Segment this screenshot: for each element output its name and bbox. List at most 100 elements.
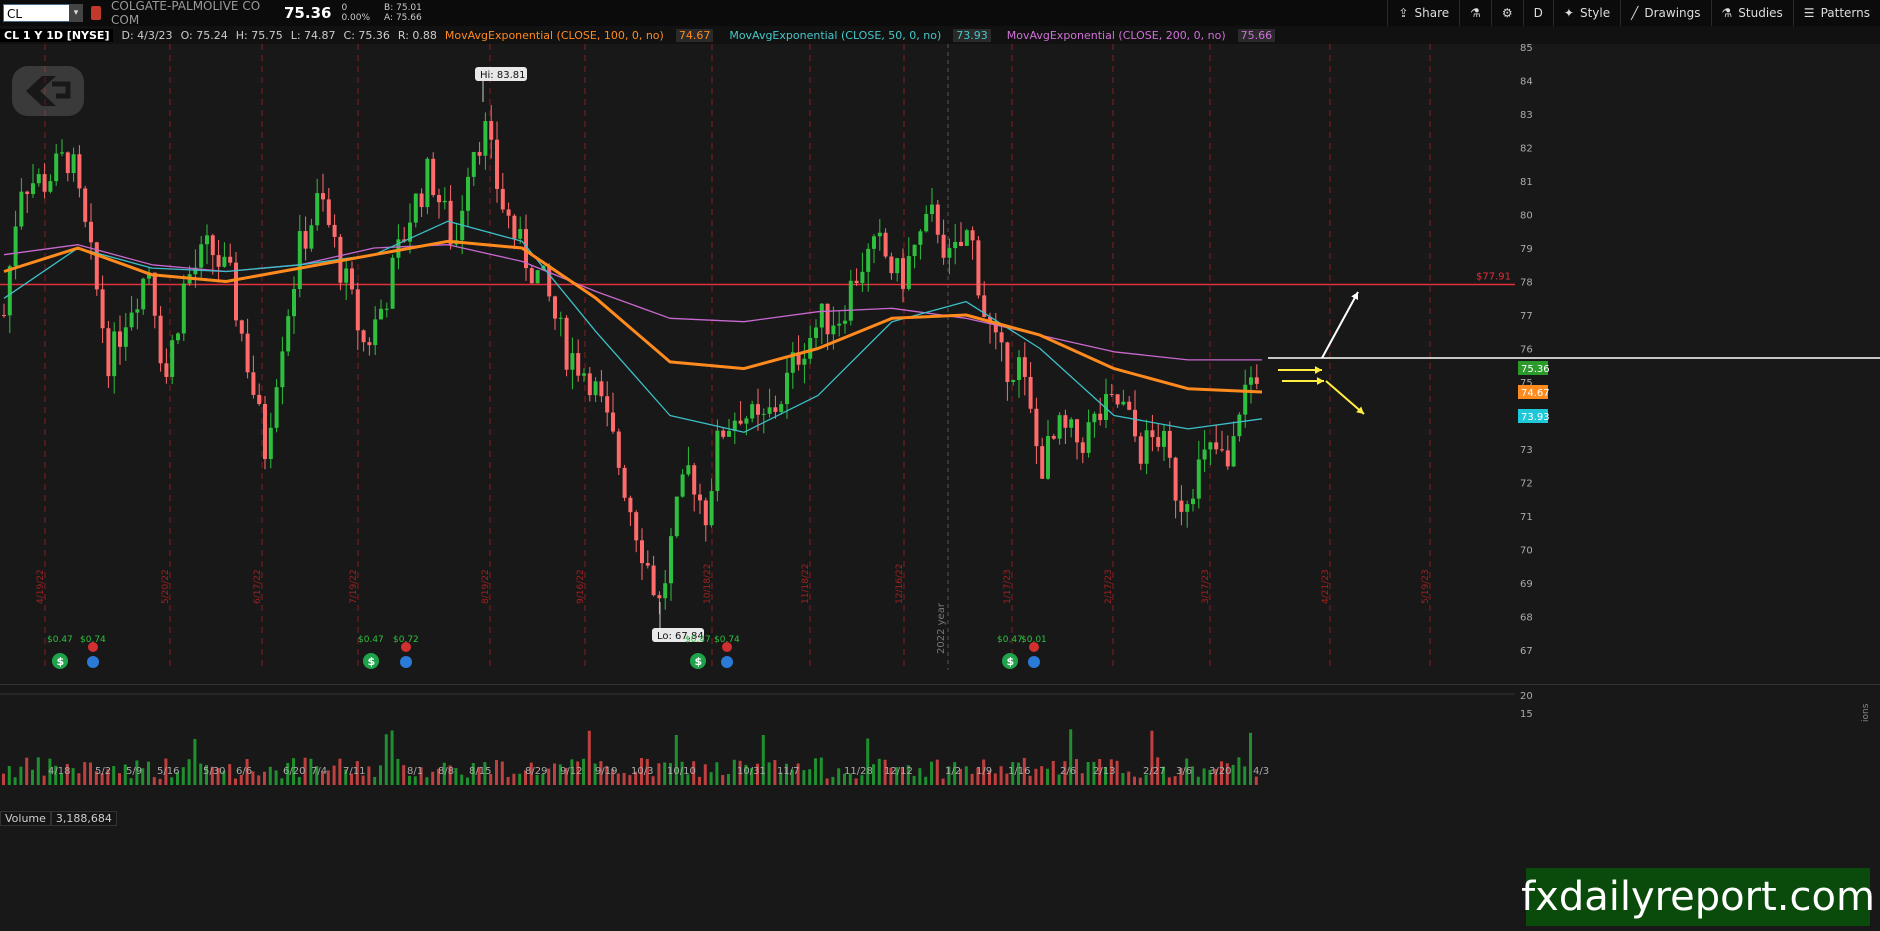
- studies-button[interactable]: ⚗ Studies: [1710, 0, 1793, 26]
- price-chart[interactable]: 4/19/22 5/20/22 6/17/22 7/19/22 8/19/22 9/16/…: [0, 44, 1880, 931]
- candle-body: [808, 337, 813, 359]
- volume-bar: [819, 757, 823, 785]
- volume-bar: [7, 766, 11, 785]
- volume-bar: [408, 775, 411, 785]
- candle-body: [1196, 459, 1201, 499]
- change-value: 0: [341, 3, 348, 13]
- bid-value: B: 75.01: [384, 3, 422, 13]
- candle-body: [164, 363, 169, 377]
- candle-body: [390, 257, 395, 309]
- candle-body: [529, 268, 534, 284]
- candle-body: [709, 491, 714, 526]
- candle-body: [7, 266, 12, 316]
- candle-body: [292, 289, 296, 317]
- share-button[interactable]: ⇪ Share: [1387, 0, 1459, 26]
- y-tick-label: 76: [1520, 345, 1533, 356]
- volume-bar: [512, 773, 516, 785]
- pencil-icon: ╱: [1631, 6, 1639, 20]
- volume-bar: [495, 759, 498, 785]
- candle-body: [669, 536, 673, 584]
- studies-label: Studies: [1738, 6, 1783, 20]
- info-high: H: 75.75: [235, 28, 283, 42]
- candle-body: [1092, 413, 1097, 423]
- volume-bar: [257, 775, 261, 785]
- candle-body: [1150, 430, 1155, 438]
- volume-bar: [396, 758, 400, 785]
- candle-body: [611, 412, 615, 432]
- candle-body: [628, 497, 633, 513]
- month-marker-label: 1/17/23: [1003, 569, 1013, 604]
- candle-body: [895, 258, 900, 274]
- timeframe-button[interactable]: D: [1522, 0, 1553, 26]
- candle-body: [1202, 449, 1207, 460]
- volume-bar: [413, 776, 417, 785]
- drawings-button[interactable]: ╱ Drawings: [1620, 0, 1710, 26]
- candle-body: [564, 317, 569, 370]
- share-label: Share: [1414, 6, 1450, 20]
- volume-bar: [367, 766, 371, 785]
- timeframe-label: D: [1533, 6, 1543, 20]
- settings-button[interactable]: ⚙: [1490, 0, 1523, 26]
- candle-body: [1191, 498, 1195, 505]
- info-icon: [1028, 656, 1040, 668]
- candle-body: [495, 139, 499, 189]
- alert-icon[interactable]: [91, 6, 101, 20]
- y-tick-label: 78: [1520, 278, 1533, 289]
- candle-body: [245, 333, 250, 373]
- volume-bar: [2, 773, 5, 785]
- info-icon: [87, 656, 99, 668]
- volume-bar: [402, 765, 406, 785]
- candle-body: [750, 404, 755, 419]
- candle-body: [83, 188, 88, 222]
- flask-button[interactable]: ⚗: [1459, 0, 1491, 26]
- volume-bar: [1231, 764, 1235, 785]
- patterns-button[interactable]: ☰ Patterns: [1792, 0, 1880, 26]
- candle-body: [599, 381, 604, 397]
- dividend-amount: $0.47: [685, 635, 711, 645]
- candle-body: [767, 407, 772, 414]
- volume-bar: [912, 775, 916, 785]
- y-tick-label: 85: [1520, 44, 1533, 54]
- x-tick-label: 11/7: [777, 766, 799, 777]
- month-marker-label: 6/17/22: [253, 569, 263, 604]
- candle-body: [738, 420, 743, 424]
- y-tick-label: 82: [1520, 144, 1533, 155]
- volume-bar: [999, 766, 1003, 785]
- candle-body: [442, 200, 447, 203]
- volume-bar: [118, 773, 121, 785]
- x-tick-label: 8/8: [438, 766, 454, 777]
- y-tick-label: 77: [1520, 311, 1533, 322]
- x-tick-label: 5/16: [157, 766, 179, 777]
- candle-body: [373, 319, 378, 346]
- candle-body: [779, 404, 784, 412]
- candle-body: [199, 244, 204, 268]
- candle-body: [425, 158, 430, 208]
- candle-body: [1005, 342, 1010, 382]
- earnings-icon: [1029, 642, 1039, 652]
- ask-value: A: 75.66: [384, 13, 422, 23]
- volume-bar: [89, 762, 92, 785]
- candle-body: [176, 333, 180, 341]
- candle-body: [100, 289, 105, 329]
- candle-body: [872, 236, 876, 249]
- ema200-value: 75.66: [1237, 28, 1276, 42]
- month-marker-label: 5/19/23: [1421, 569, 1431, 604]
- style-button[interactable]: ✦ Style: [1552, 0, 1620, 26]
- candle-body: [727, 430, 731, 437]
- x-tick-label: 10/31: [737, 766, 766, 777]
- volume-bar: [698, 776, 701, 785]
- candle-body: [1138, 436, 1143, 464]
- symbol-dropdown-icon[interactable]: ▾: [69, 4, 83, 22]
- ema100-label[interactable]: MovAvgExponential (CLOSE, 100, 0, no) 74.…: [445, 28, 721, 42]
- x-tick-label: 5/9: [126, 766, 142, 777]
- symbol-tag[interactable]: CL 1 Y 1D [NYSE]: [0, 28, 114, 42]
- volume-bar: [1034, 768, 1038, 785]
- candle-body: [263, 404, 267, 460]
- candle-body: [280, 351, 285, 388]
- candle-body: [570, 353, 575, 370]
- volume-bar: [158, 778, 162, 785]
- volume-bar: [42, 775, 46, 785]
- ema200-label[interactable]: MovAvgExponential (CLOSE, 200, 0, no) 75.…: [1007, 28, 1283, 42]
- ema50-label[interactable]: MovAvgExponential (CLOSE, 50, 0, no) 73.9…: [729, 28, 998, 42]
- volume-bar: [1249, 732, 1252, 785]
